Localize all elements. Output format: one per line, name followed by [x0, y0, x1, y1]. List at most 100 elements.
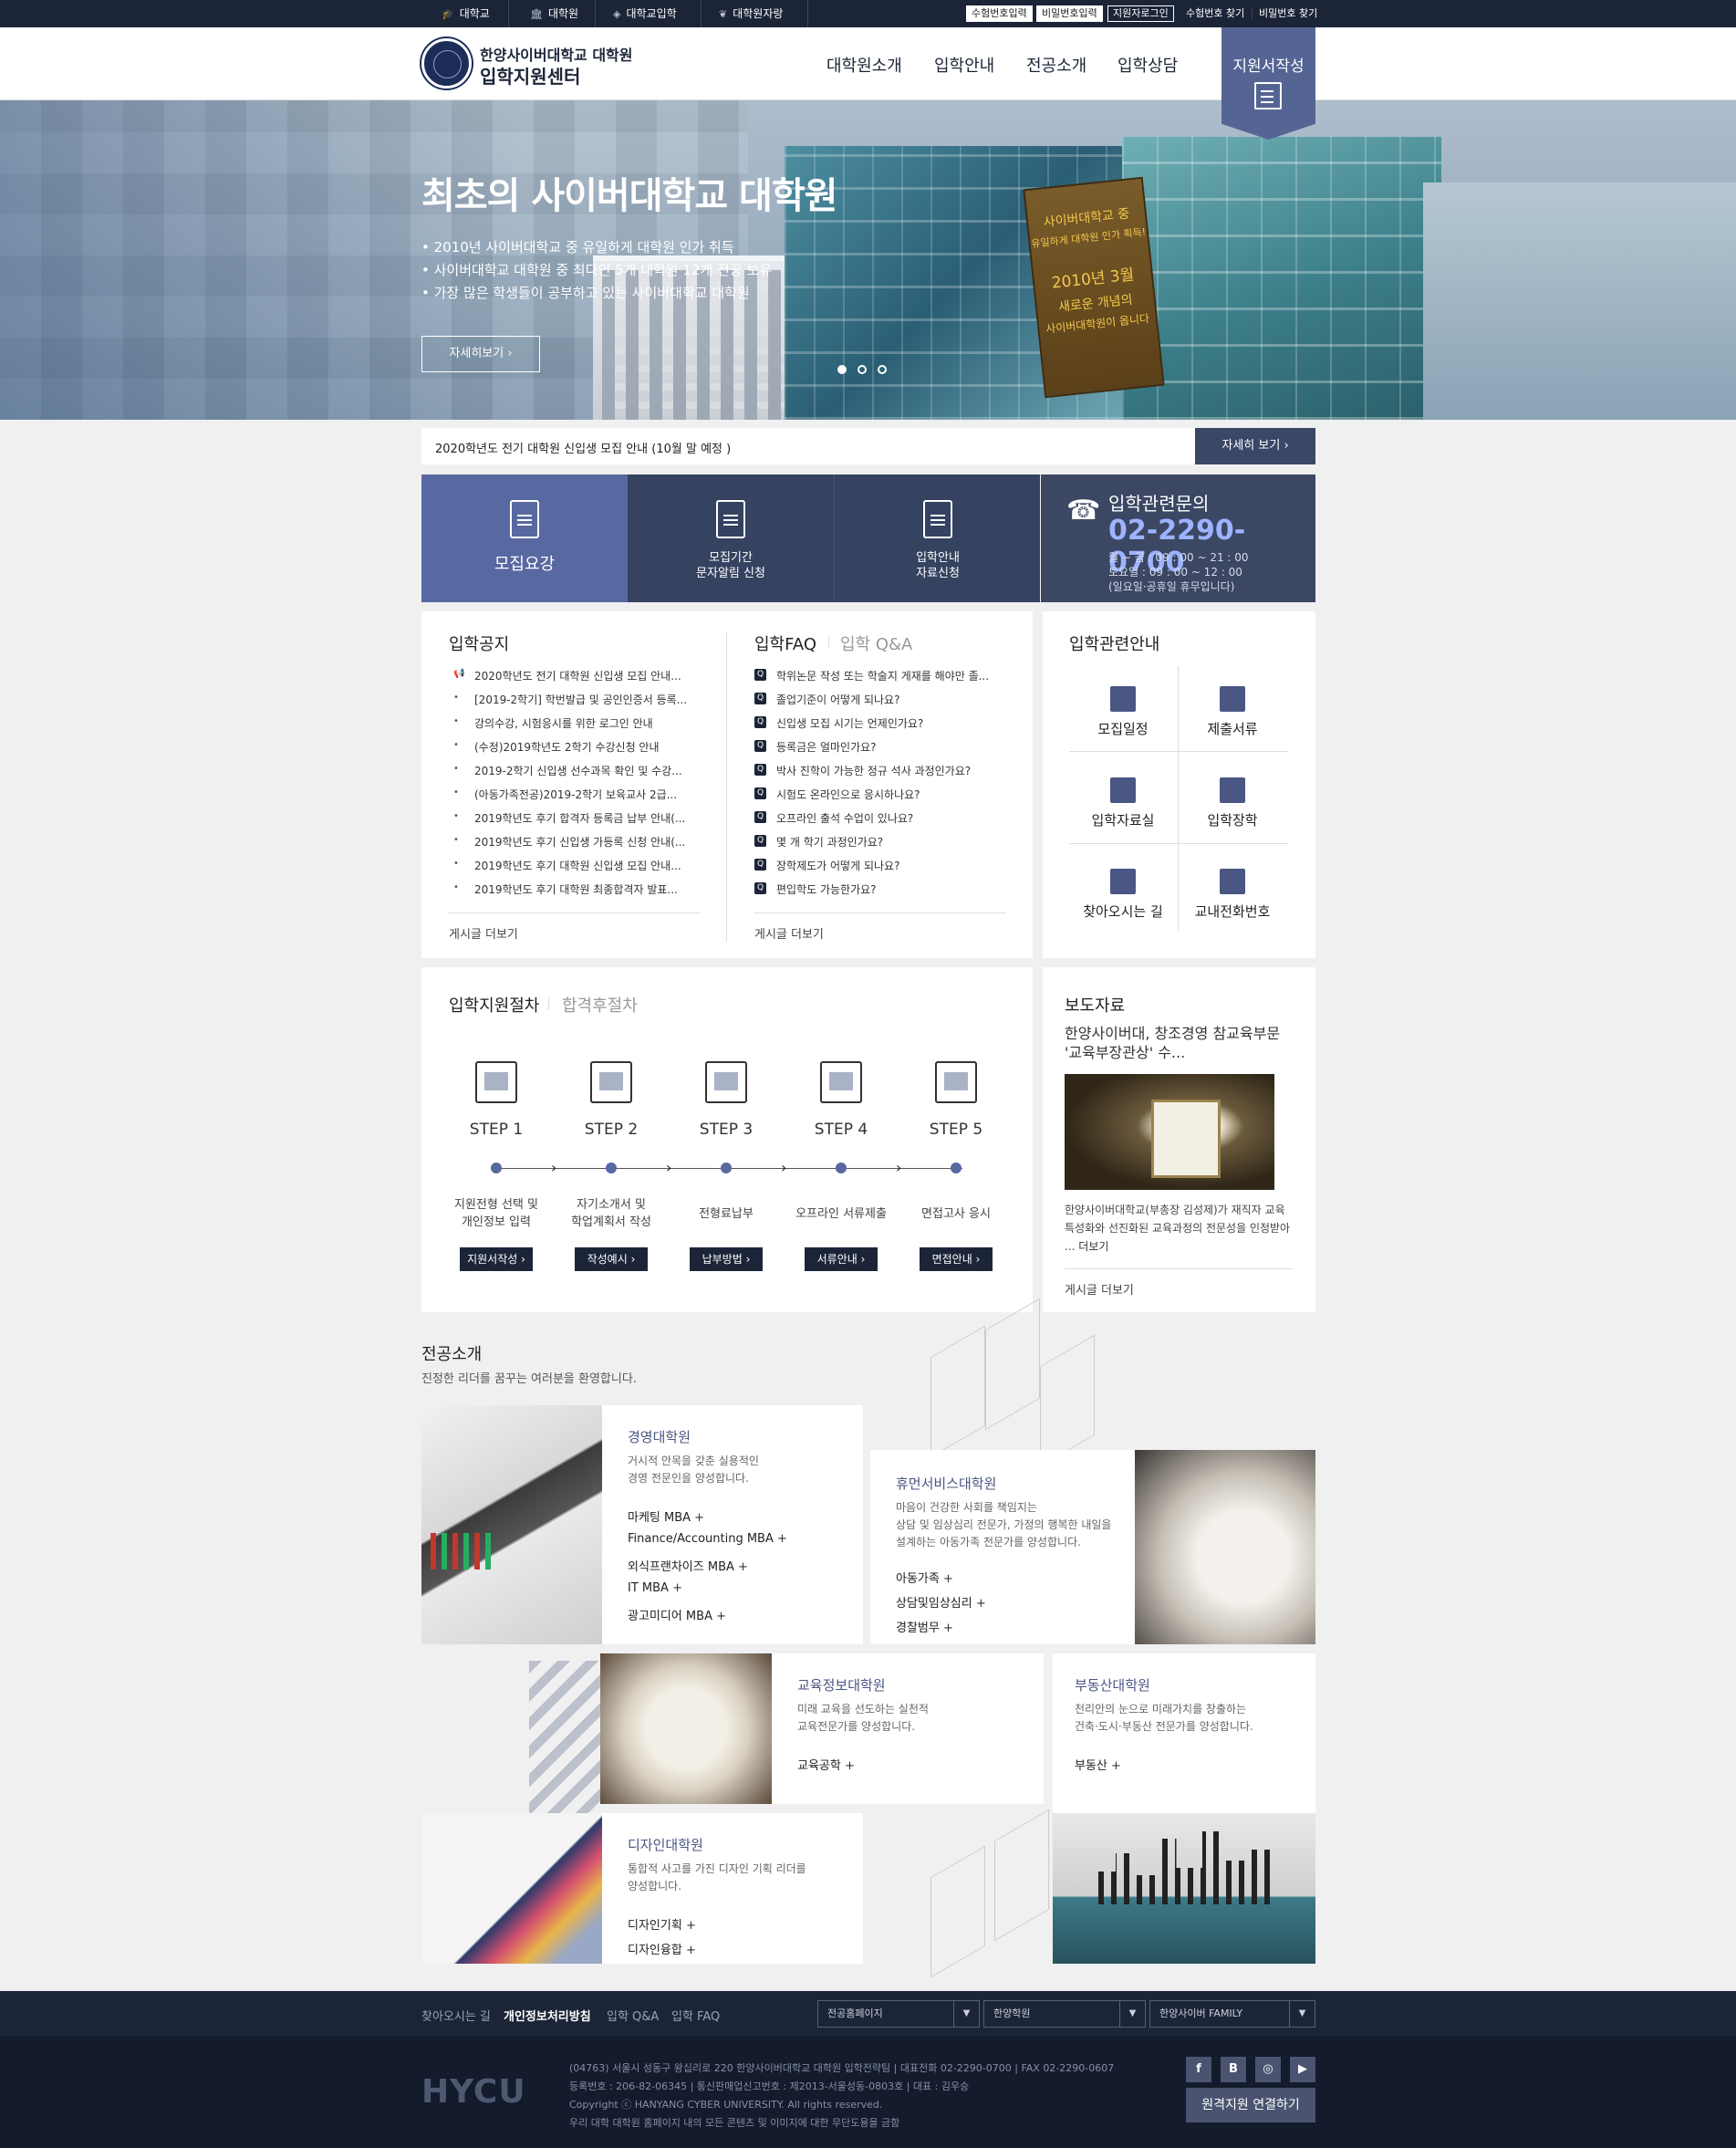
topbar-link-pride[interactable]: ❦ 대학원자랑 [719, 0, 783, 27]
instagram-icon[interactable]: ◎ [1255, 2057, 1281, 2082]
major-name[interactable]: 디자인대학원 [628, 1835, 703, 1854]
password-input-button[interactable]: 비밀번호입력 [1036, 5, 1103, 22]
major-name[interactable]: 경영대학원 [628, 1427, 691, 1446]
blog-icon[interactable]: B [1221, 2057, 1246, 2082]
notice-item[interactable]: 2019-2학기 신입생 선수과목 확인 및 수강... [474, 763, 698, 778]
faq-item[interactable]: 장학제도가 어떻게 되나요? [776, 858, 1009, 873]
notice-item[interactable]: 2019학년도 후기 신입생 가등록 신청 안내(... [474, 834, 698, 850]
major-name[interactable]: 휴먼서비스대학원 [896, 1474, 996, 1493]
write-application-tab[interactable]: 지원서작성 [1221, 27, 1315, 140]
major-homepage-select[interactable]: 전공홈페이지 ▼ [817, 2000, 980, 2028]
step-button[interactable]: 면접안내 › [920, 1247, 993, 1271]
quick-recruitment-guide[interactable]: 모집요강 [421, 474, 628, 602]
major-link[interactable]: 교육공학 [797, 1756, 855, 1773]
major-link[interactable]: 디자인융합 [628, 1940, 696, 1957]
facebook-icon[interactable]: f [1186, 2057, 1211, 2082]
major-link[interactable]: IT MBA [628, 1581, 682, 1595]
applicant-login-button[interactable]: 지원자로그인 [1107, 5, 1174, 22]
faq-item[interactable]: 등록금은 얼마인가요? [776, 739, 1009, 755]
nav-admission-counsel[interactable]: 입학상담 [1117, 53, 1178, 77]
faq-item[interactable]: 몇 개 학기 과정인가요? [776, 834, 1009, 850]
major-link[interactable]: 광고미디어 MBA [628, 1606, 726, 1623]
notice-more-link[interactable]: 게시글 더보기 [449, 924, 518, 942]
quick-sms-alert[interactable]: 모집기간 문자알림 신청 [628, 474, 834, 602]
major-link[interactable]: 외식프랜차이즈 MBA [628, 1557, 748, 1574]
guide-item-label[interactable]: 제출서류 [1178, 719, 1287, 738]
notice-item[interactable]: [2019-2학기] 학번발급 및 공인인증서 등록... [474, 692, 698, 707]
find-exam-number-link[interactable]: 수험번호 찾기 [1186, 0, 1244, 27]
slider-dot[interactable] [858, 365, 867, 374]
faq-item[interactable]: 시험도 온라인으로 응시하나요? [776, 787, 1009, 802]
step-button[interactable]: 서류안내 › [805, 1247, 878, 1271]
notice-item[interactable]: 강의수강, 시험응시를 위한 로그인 안내 [474, 715, 698, 731]
topbar-link-university[interactable]: 🎓 대학교 [442, 0, 490, 27]
footer-link-qna[interactable]: 입학 Q&A [607, 2007, 659, 2024]
nav-major-intro[interactable]: 전공소개 [1026, 53, 1086, 77]
major-link[interactable]: Finance/Accounting MBA [628, 1532, 787, 1546]
major-card-business: 경영대학원 거시적 안목을 갖춘 실용적인 경영 전문인을 양성합니다. 마케팅… [602, 1405, 863, 1644]
press-photo[interactable] [1065, 1074, 1274, 1190]
chevron-right-icon: › [742, 1253, 751, 1266]
qna-title[interactable]: 입학 Q&A [840, 631, 912, 655]
faq-item[interactable]: 학위논문 작성 또는 학술지 게재를 해야만 졸... [776, 668, 1009, 683]
press-more-link[interactable]: 게시글 더보기 [1065, 1280, 1134, 1298]
remote-support-button[interactable]: 원격지원 연결하기 [1186, 2088, 1315, 2122]
major-link[interactable]: 상담및임상심리 [896, 1593, 986, 1611]
major-link[interactable]: 마케팅 MBA [628, 1507, 704, 1525]
faq-item[interactable]: 신입생 모집 시기는 언제인가요? [776, 715, 1009, 731]
press-headline[interactable]: 한양사이버대, 창조경영 참교육부문 '교육부장관상' 수... [1065, 1024, 1293, 1062]
slider-dot[interactable] [878, 365, 887, 374]
university-seal-logo[interactable] [421, 38, 472, 89]
notice-more-button[interactable]: 자세히 보기 › [1195, 428, 1315, 464]
guide-item-label[interactable]: 입학자료실 [1068, 810, 1178, 829]
notice-text[interactable]: 2020학년도 전기 대학원 신입생 모집 안내 (10월 말 예정 ) [435, 439, 731, 456]
youtube-icon[interactable]: ▶ [1290, 2057, 1315, 2082]
major-name[interactable]: 교육정보대학원 [797, 1675, 886, 1694]
slider-dot-active[interactable] [837, 365, 847, 374]
logo-subtitle[interactable]: 입학지원센터 [480, 62, 580, 89]
notice-item[interactable]: 2019학년도 후기 대학원 최종합격자 발표... [474, 881, 698, 897]
hero-more-button[interactable]: 자세히보기 › [421, 336, 540, 372]
faq-item[interactable]: 박사 진학이 가능한 정규 석사 과정인가요? [776, 763, 1009, 778]
guide-item-label[interactable]: 입학장학 [1178, 810, 1287, 829]
notice-item[interactable]: (아동가족전공)2019-2학기 보육교사 2급... [474, 787, 698, 802]
faq-item[interactable]: 졸업기준이 어떻게 되나요? [776, 692, 1009, 707]
notice-title[interactable]: 입학공지 [449, 631, 509, 655]
notice-item[interactable]: 2020학년도 전기 대학원 신입생 모집 안내... [474, 668, 698, 683]
faq-more-link[interactable]: 게시글 더보기 [754, 924, 824, 942]
nav-graduate-intro[interactable]: 대학원소개 [826, 53, 902, 77]
after-pass-title[interactable]: 합격후절차 [562, 993, 638, 1017]
family-site-select[interactable]: 한양사이버 FAMILY ▼ [1149, 2000, 1315, 2028]
footer-link-privacy[interactable]: 개인정보처리방침 [504, 2007, 591, 2024]
topbar-link-graduate[interactable]: 🏛 대학원 [530, 0, 578, 27]
step-button[interactable]: 지원서작성 › [460, 1247, 533, 1271]
notice-item[interactable]: 2019학년도 후기 대학원 신입생 모집 안내... [474, 858, 698, 873]
guide-item-label[interactable]: 모집일정 [1068, 719, 1178, 738]
topbar-link-admission[interactable]: ◈ 대학교입학 [613, 0, 677, 27]
step-button[interactable]: 납부방법 › [690, 1247, 763, 1271]
process-title[interactable]: 입학지원절차 [449, 993, 539, 1017]
notice-faq-panel [421, 611, 1033, 958]
press-body-more[interactable]: 더보기 [1078, 1240, 1108, 1253]
faq-item[interactable]: 편입학도 가능한가요? [776, 881, 1009, 897]
faq-item[interactable]: 오프라인 출석 수업이 있나요? [776, 810, 1009, 826]
footer-link-faq[interactable]: 입학 FAQ [671, 2007, 720, 2024]
major-name[interactable]: 부동산대학원 [1075, 1675, 1150, 1694]
guide-item-label[interactable]: 교내전화번호 [1178, 902, 1287, 921]
major-link[interactable]: 부동산 [1075, 1756, 1121, 1773]
find-password-link[interactable]: 비밀번호 찾기 [1259, 0, 1317, 27]
faq-title[interactable]: 입학FAQ [754, 631, 816, 655]
quick-material-request[interactable]: 입학안내 자료신청 [834, 474, 1040, 602]
major-link[interactable]: 경찰범무 [896, 1618, 953, 1635]
footer-link-location[interactable]: 찾아오시는 길 [421, 2007, 491, 2024]
hanyang-foundation-select[interactable]: 한양학원 ▼ [983, 2000, 1146, 2028]
major-link[interactable]: 아동가족 [896, 1569, 953, 1586]
nav-admission-guide[interactable]: 입학안내 [934, 53, 994, 77]
major-link[interactable]: 디자인기획 [628, 1915, 696, 1933]
exam-number-input-button[interactable]: 수험번호입력 [966, 5, 1033, 22]
notice-item[interactable]: (수정)2019학년도 2학기 수강신청 안내 [474, 739, 698, 755]
building-icon [1220, 777, 1245, 803]
step-button[interactable]: 작성예시 › [575, 1247, 648, 1271]
notice-item[interactable]: 2019학년도 후기 합격자 등록금 납부 안내(... [474, 810, 698, 826]
guide-item-label[interactable]: 찾아오시는 길 [1068, 902, 1178, 921]
